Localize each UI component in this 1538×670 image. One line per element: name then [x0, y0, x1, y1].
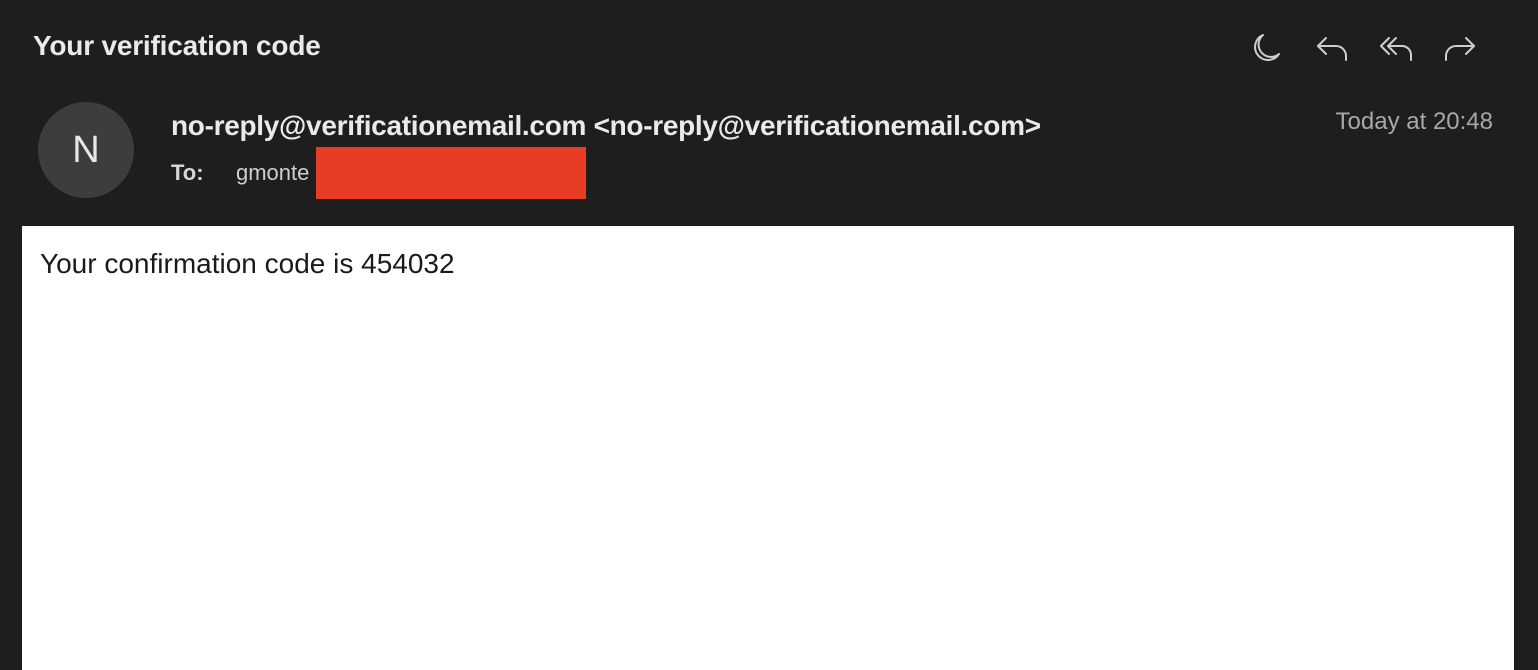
- reply-all-button[interactable]: [1374, 28, 1418, 72]
- email-window: Your verification code N no-reply@verifi…: [0, 0, 1538, 670]
- message-toolbar: [1238, 28, 1538, 72]
- email-subject: Your verification code: [33, 30, 321, 61]
- forward-icon: [1442, 30, 1478, 71]
- moon-icon: [1248, 30, 1284, 71]
- reply-all-icon: [1378, 30, 1414, 71]
- message-body-text: Your confirmation code is 454032: [40, 248, 455, 279]
- sender-address[interactable]: no-reply@verificationemail.com <no-reply…: [171, 110, 1041, 142]
- to-label: To:: [171, 160, 204, 185]
- recipient-row: To: gmonte: [171, 160, 309, 186]
- reply-icon: [1314, 30, 1350, 71]
- sender-avatar: N: [38, 102, 134, 198]
- message-date: Today at 20:48: [1335, 108, 1493, 135]
- recipient-address[interactable]: gmonte: [236, 160, 309, 185]
- redaction-box: [316, 147, 586, 199]
- snooze-button[interactable]: [1244, 28, 1288, 72]
- forward-button[interactable]: [1438, 28, 1482, 72]
- message-body: Your confirmation code is 454032: [22, 226, 1514, 670]
- reply-button[interactable]: [1310, 28, 1354, 72]
